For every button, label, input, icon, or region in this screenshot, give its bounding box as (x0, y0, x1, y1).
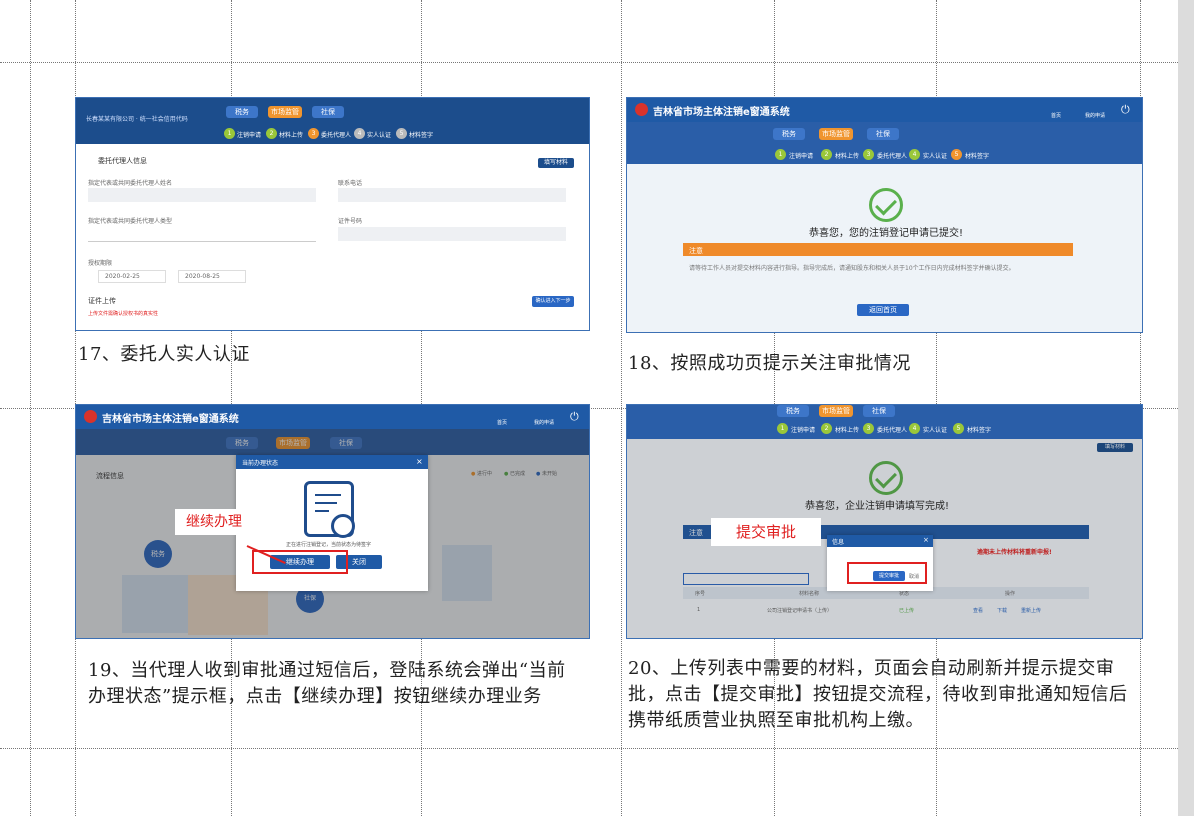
step-4-icon: 4 (909, 423, 920, 434)
step-1-icon: 1 (777, 423, 788, 434)
back-home-button[interactable]: 返回首页 (857, 304, 909, 316)
document-page: 长春某某有限公司 · 统一社会信用代码 税务 市场监管 社保 1 注销申请 2 … (0, 0, 1178, 816)
step-5-label: 材料签字 (967, 427, 992, 434)
company-name: 长春某某有限公司 · 统一社会信用代码 (86, 116, 188, 123)
step-5-icon: 5 (951, 149, 962, 160)
step-3-icon: 3 (863, 149, 874, 160)
grid-line (0, 62, 1178, 63)
caption-17: 17、委托人实人认证 (78, 344, 250, 365)
my-apply-link[interactable]: 我的申请 (534, 419, 554, 426)
tab-social[interactable]: 社保 (867, 128, 899, 140)
tab-social[interactable]: 社保 (863, 405, 895, 417)
type-label: 指定代表或共同委托代理人类型 (88, 218, 173, 225)
step-5-icon: 5 (953, 423, 964, 434)
step-2-icon: 2 (821, 149, 832, 160)
tab-tax[interactable]: 税务 (226, 106, 258, 118)
step-3-icon: 3 (308, 128, 319, 139)
notice-text: 请等待工作人员对提交材料内容进行指导。指导完成后，请通知股东和相关人员于10个工… (689, 265, 1015, 272)
step-3-label: 委托代理人 (877, 153, 908, 160)
modify-button[interactable]: 填写材料 (538, 158, 574, 168)
home-link[interactable]: 首页 (1051, 112, 1061, 119)
emblem-icon (635, 103, 648, 116)
step-5-label: 材料签字 (409, 132, 434, 139)
upload-label: 证件上传 (88, 297, 116, 305)
step-2-label: 材料上传 (279, 132, 304, 139)
tab-tax[interactable]: 税务 (773, 128, 805, 140)
step-1-icon: 1 (224, 128, 235, 139)
caption-20: 20、上传列表中需要的材料，页面会自动刷新并提示提交审批，点击【提交审批】按钮提… (628, 658, 1128, 731)
upload-warning: 上传文件需确认授权书的真实性 (88, 311, 159, 317)
step-4-label: 实人认证 (923, 427, 948, 434)
scrollbar[interactable] (1178, 0, 1194, 816)
document-clock-icon (304, 481, 355, 538)
callout-label: 提交审批 (711, 518, 821, 546)
screenshot-19: 吉林省市场主体注销e窗通系统 首页 我的申请 ⏻ 税务 市场监管 社保 流程信息… (75, 404, 590, 639)
grid-line (0, 748, 1178, 749)
system-title: 吉林省市场主体注销e窗通系统 (102, 414, 239, 425)
emblem-icon (84, 410, 97, 423)
step-1-label: 注销申请 (237, 132, 262, 139)
step-3-label: 委托代理人 (877, 427, 908, 434)
step-2-label: 材料上传 (835, 427, 860, 434)
step-2-icon: 2 (266, 128, 277, 139)
notice-header (683, 243, 1073, 256)
dialog-close-icon[interactable]: × (416, 457, 423, 466)
step-5-icon: 5 (396, 128, 407, 139)
step-4-label: 实人认证 (367, 132, 392, 139)
screenshot-17: 长春某某有限公司 · 统一社会信用代码 税务 市场监管 社保 1 注销申请 2 … (75, 97, 590, 331)
notice-title: 注意 (689, 247, 703, 255)
step-1-icon: 1 (775, 149, 786, 160)
tab-market[interactable]: 市场监管 (819, 128, 853, 140)
name-field[interactable] (88, 188, 316, 202)
tab-social[interactable]: 社保 (312, 106, 344, 118)
step-2-icon: 2 (821, 423, 832, 434)
phone-label: 联系电话 (338, 180, 363, 187)
step-1-label: 注销申请 (791, 427, 816, 434)
step-4-icon: 4 (909, 149, 920, 160)
tab-tax[interactable]: 税务 (777, 405, 809, 417)
id-field[interactable] (338, 227, 566, 241)
id-label: 证件号码 (338, 218, 363, 225)
highlight-box (847, 562, 927, 584)
name-label: 指定代表或共同委托代理人姓名 (88, 180, 173, 187)
success-check-icon (869, 188, 903, 222)
caption-18: 18、按照成功页提示关注审批情况 (628, 353, 911, 374)
success-message: 恭喜您，您的注销登记申请已提交! (809, 228, 964, 239)
step-2-label: 材料上传 (835, 153, 860, 160)
date-to[interactable]: 2020-08-25 (178, 270, 246, 283)
dialog-title: 当前办理状态 (242, 460, 279, 467)
home-link[interactable]: 首页 (497, 419, 507, 426)
callout-label: 继续办理 (175, 509, 253, 535)
power-icon[interactable]: ⏻ (570, 410, 579, 424)
step-1-label: 注销申请 (789, 153, 814, 160)
phone-field[interactable] (338, 188, 566, 202)
dialog-close-icon[interactable]: × (923, 536, 929, 544)
grid-line (30, 0, 31, 816)
step-3-label: 委托代理人 (321, 132, 352, 139)
date-from[interactable]: 2020-02-25 (98, 270, 166, 283)
step-5-label: 材料签字 (965, 153, 990, 160)
section-title: 委托代理人信息 (98, 157, 147, 165)
grid-line (621, 0, 622, 816)
power-icon[interactable]: ⏻ (1121, 103, 1130, 117)
step-4-label: 实人认证 (923, 153, 948, 160)
step-4-icon: 4 (354, 128, 365, 139)
period-label: 授权期限 (88, 260, 113, 267)
my-apply-link[interactable]: 我的申请 (1085, 112, 1105, 119)
dialog-text: 正在进行注销登记，当前状态为待签字 (286, 542, 372, 548)
system-title: 吉林省市场主体注销e窗通系统 (653, 107, 790, 118)
screenshot-18: 吉林省市场主体注销e窗通系统 首页 我的申请 ⏻ 税务 市场监管 社保 1 注销… (626, 97, 1143, 333)
dialog-title: 信息 (832, 539, 845, 546)
next-button[interactable]: 确认进入下一步 (532, 296, 574, 307)
screenshot-20: 税务 市场监管 社保 1 注销申请 2 材料上传 3 委托代理人 4 实人认证 … (626, 404, 1143, 639)
type-select[interactable] (88, 227, 316, 242)
tab-market[interactable]: 市场监管 (819, 405, 853, 417)
step-3-icon: 3 (863, 423, 874, 434)
tab-market[interactable]: 市场监管 (268, 106, 302, 118)
caption-19: 19、当代理人收到审批通过短信后，登陆系统会弹出“当前办理状态”提示框，点击【继… (88, 660, 566, 707)
